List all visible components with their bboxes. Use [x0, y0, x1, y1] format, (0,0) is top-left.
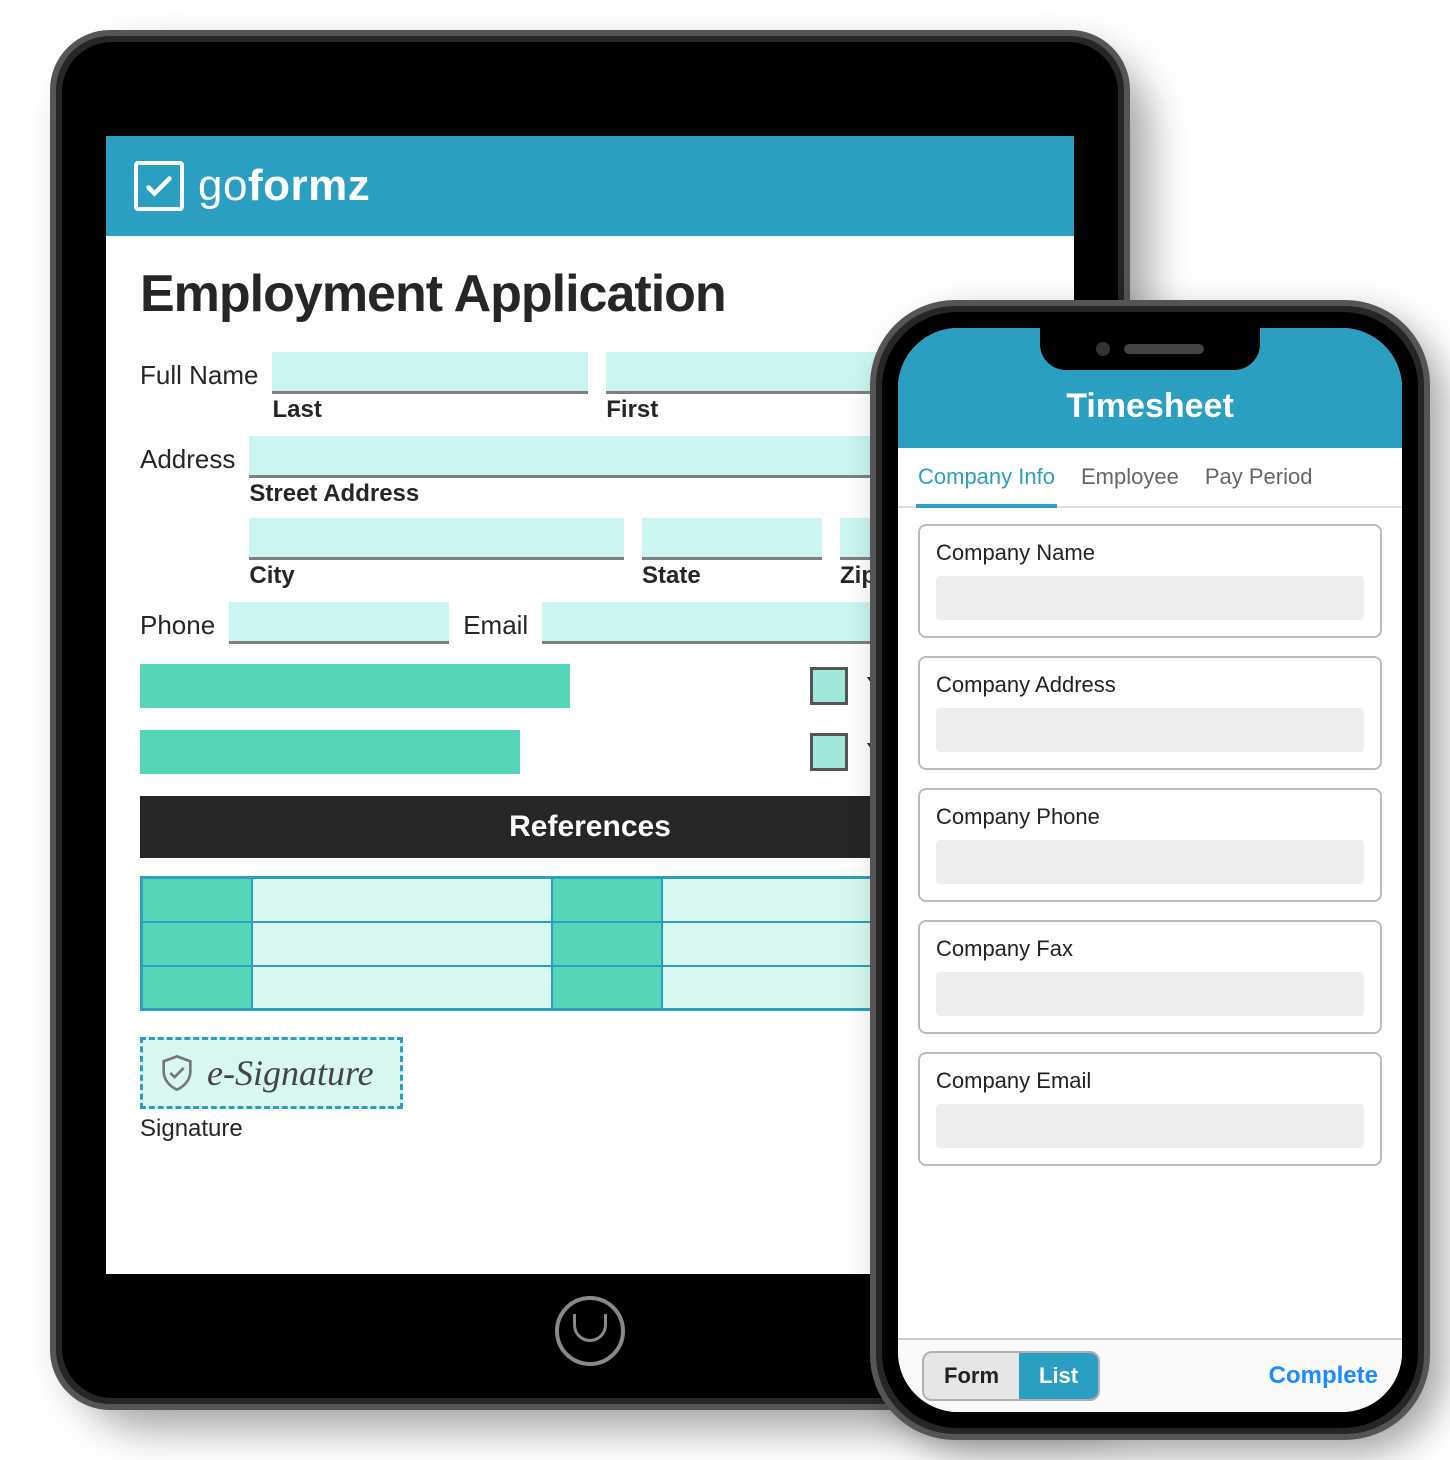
state-input[interactable]	[642, 518, 822, 560]
seg-list-button[interactable]: List	[1019, 1353, 1098, 1399]
card-company-email[interactable]: Company Email	[918, 1052, 1382, 1166]
phone-toolbar: Form List Complete	[898, 1338, 1402, 1412]
address-label: Address	[140, 436, 235, 475]
brand-header: goformz	[106, 136, 1074, 236]
tab-pay-period[interactable]: Pay Period	[1203, 448, 1315, 506]
complete-button[interactable]: Complete	[1269, 1362, 1378, 1390]
email-label: Email	[463, 602, 528, 641]
company-email-input[interactable]	[936, 1104, 1364, 1148]
goformz-logo-icon	[134, 161, 184, 211]
seg-form-button[interactable]: Form	[924, 1353, 1019, 1399]
city-input[interactable]	[249, 518, 624, 560]
phone-tabs: Company Info Employee Pay Period	[898, 448, 1402, 508]
e-signature-text: e-Signature	[207, 1052, 374, 1094]
phone-notch	[1040, 328, 1260, 370]
card-company-phone[interactable]: Company Phone	[918, 788, 1382, 902]
company-name-input[interactable]	[936, 576, 1364, 620]
tab-employee[interactable]: Employee	[1079, 448, 1181, 506]
card-company-address[interactable]: Company Address	[918, 656, 1382, 770]
fullname-label: Full Name	[140, 352, 258, 391]
shield-check-icon	[157, 1053, 197, 1093]
fullname-last-hint: Last	[272, 396, 588, 424]
card-company-name[interactable]: Company Name	[918, 524, 1382, 638]
phone-title: Timesheet	[1066, 387, 1234, 426]
company-fax-input[interactable]	[936, 972, 1364, 1016]
company-phone-input[interactable]	[936, 840, 1364, 884]
fullname-last-input[interactable]	[272, 352, 588, 394]
phone-input[interactable]	[229, 602, 449, 644]
q2-yes-checkbox[interactable]	[810, 733, 848, 771]
tab-company-info[interactable]: Company Info	[916, 448, 1057, 508]
phone-screen: Timesheet Company Info Employee Pay Peri…	[898, 328, 1402, 1412]
e-signature-field[interactable]: e-Signature	[140, 1037, 403, 1109]
card-company-fax[interactable]: Company Fax	[918, 920, 1382, 1034]
tablet-home-button[interactable]	[555, 1296, 625, 1366]
view-segment: Form List	[922, 1351, 1100, 1401]
phone-label: Phone	[140, 602, 215, 641]
question-bar-1	[140, 664, 570, 708]
q1-yes-checkbox[interactable]	[810, 667, 848, 705]
phone-list[interactable]: Company Name Company Address Company Pho…	[898, 508, 1402, 1338]
company-address-input[interactable]	[936, 708, 1364, 752]
phone-device: Timesheet Company Info Employee Pay Peri…	[870, 300, 1430, 1440]
question-bar-2	[140, 730, 520, 774]
state-hint: State	[642, 562, 822, 590]
city-hint: City	[249, 562, 624, 590]
brand-name: goformz	[198, 161, 370, 211]
